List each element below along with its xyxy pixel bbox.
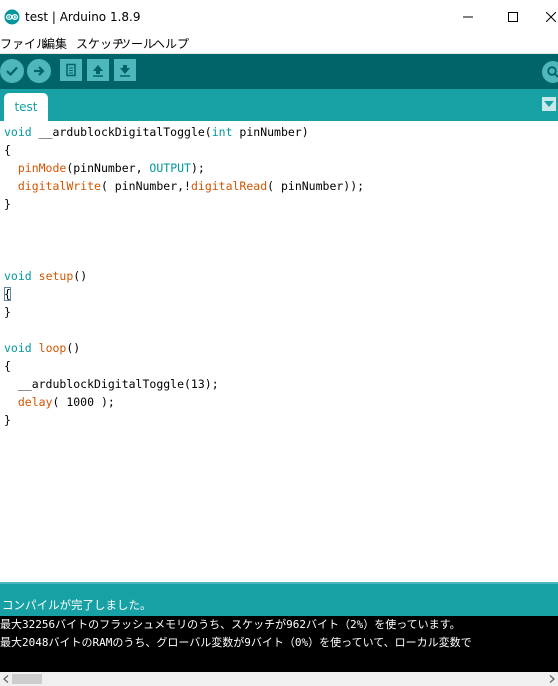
scroll-thumb[interactable] [12, 674, 42, 684]
code-function: digitalRead [190, 179, 268, 193]
code-function: setup [38, 269, 74, 283]
maximize-button[interactable] [498, 6, 528, 28]
minimize-icon [463, 16, 473, 18]
serial-monitor-button[interactable] [542, 61, 558, 83]
tab-menu-button[interactable] [542, 97, 556, 111]
code-line: pinMode(pinNumber, OUTPUT); [4, 159, 205, 177]
code-line: delay( 1000 ); [4, 393, 115, 411]
code-text: } [4, 197, 11, 211]
code-text: } [4, 413, 11, 427]
code-text: ); [190, 161, 205, 175]
window-title: test | Arduino 1.8.9 [25, 10, 141, 24]
new-sketch-button[interactable] [60, 59, 82, 81]
tab-test[interactable]: test [4, 93, 48, 121]
code-function: pinMode [17, 161, 67, 175]
status-message: コンパイルが完了しました。 [2, 598, 152, 612]
console-line: 最大32256バイトのフラッシュメモリのうち、スケッチが962バイト（2%）を使… [0, 618, 461, 631]
code-text: __ardublockDigitalToggle( [31, 125, 212, 139]
code-text: () [66, 341, 81, 355]
console-line: 最大2048バイトのRAMのうち、グローバル変数が9バイト（0%）を使っていて、… [0, 636, 472, 649]
tab-strip: test [0, 89, 558, 121]
code-line: } [4, 411, 11, 429]
code-line: { [4, 357, 11, 375]
code-line: { [4, 141, 11, 159]
code-keyword: void [4, 269, 32, 283]
scroll-right-button[interactable] [546, 672, 558, 686]
arrow-down-icon [120, 65, 130, 77]
code-function: digitalWrite [17, 179, 101, 193]
code-line: void __ardublockDigitalToggle(int pinNum… [4, 123, 309, 141]
save-button[interactable] [114, 59, 136, 81]
code-text: () [73, 269, 88, 283]
code-keyword: void [4, 341, 32, 355]
code-line: } [4, 303, 11, 321]
scroll-left-button[interactable] [0, 672, 12, 686]
arduino-logo-icon [4, 9, 20, 25]
code-constant: OUTPUT [149, 161, 191, 175]
menu-bar: ファイル 編集 スケッチ ツール ヘルプ [0, 33, 558, 54]
minimize-button[interactable] [453, 6, 483, 28]
chevron-down-icon [544, 101, 554, 107]
code-line: void setup() [4, 267, 87, 285]
checkmark-icon [6, 66, 18, 77]
close-button[interactable] [536, 6, 558, 28]
code-line: { [4, 285, 11, 303]
code-keyword: int [211, 125, 233, 139]
code-line: __ardublockDigitalToggle(13); [4, 375, 219, 393]
chevron-right-icon [549, 675, 555, 683]
console-output: 最大32256バイトのフラッシュメモリのうち、スケッチが962バイト（2%）を使… [0, 616, 558, 672]
code-text: pinNumber) [232, 125, 309, 139]
code-text: ( pinNumber)); [267, 179, 365, 193]
menu-sketch[interactable]: スケッチ [76, 35, 124, 52]
code-line: void loop() [4, 339, 80, 357]
code-text: ( pinNumber,! [100, 179, 191, 193]
open-button[interactable] [87, 59, 109, 81]
code-text: __ardublockDigitalToggle(13); [4, 377, 219, 391]
code-line: } [4, 195, 11, 213]
code-function: delay [17, 395, 53, 409]
code-text: (pinNumber, [66, 161, 150, 175]
maximize-icon [508, 12, 518, 22]
close-icon [546, 12, 556, 22]
code-text: { [4, 143, 11, 157]
menu-edit[interactable]: 編集 [43, 35, 67, 52]
status-bar: コンパイルが完了しました。 [0, 582, 558, 616]
code-line: digitalWrite( pinNumber,!digitalRead( pi… [4, 177, 364, 195]
code-text: { [4, 359, 11, 373]
arrow-right-icon [34, 66, 45, 76]
code-text: { [4, 287, 11, 301]
code-text: ( 1000 ); [52, 395, 115, 409]
code-editor[interactable]: void __ardublockDigitalToggle(int pinNum… [0, 121, 558, 582]
code-keyword: void [4, 125, 32, 139]
new-file-icon [66, 63, 76, 77]
chevron-left-icon [3, 675, 9, 683]
horizontal-scrollbar[interactable] [0, 672, 558, 686]
menu-help[interactable]: ヘルプ [153, 35, 189, 52]
menu-file[interactable]: ファイル [0, 35, 48, 52]
menu-tools[interactable]: ツール [119, 35, 155, 52]
arrow-up-icon [93, 65, 103, 77]
code-text: } [4, 305, 11, 319]
upload-button[interactable] [27, 59, 51, 83]
title-bar: test | Arduino 1.8.9 [0, 0, 558, 33]
verify-button[interactable] [0, 59, 24, 83]
code-function: loop [38, 341, 67, 355]
toolbar [0, 54, 558, 89]
magnifier-icon [547, 66, 558, 78]
